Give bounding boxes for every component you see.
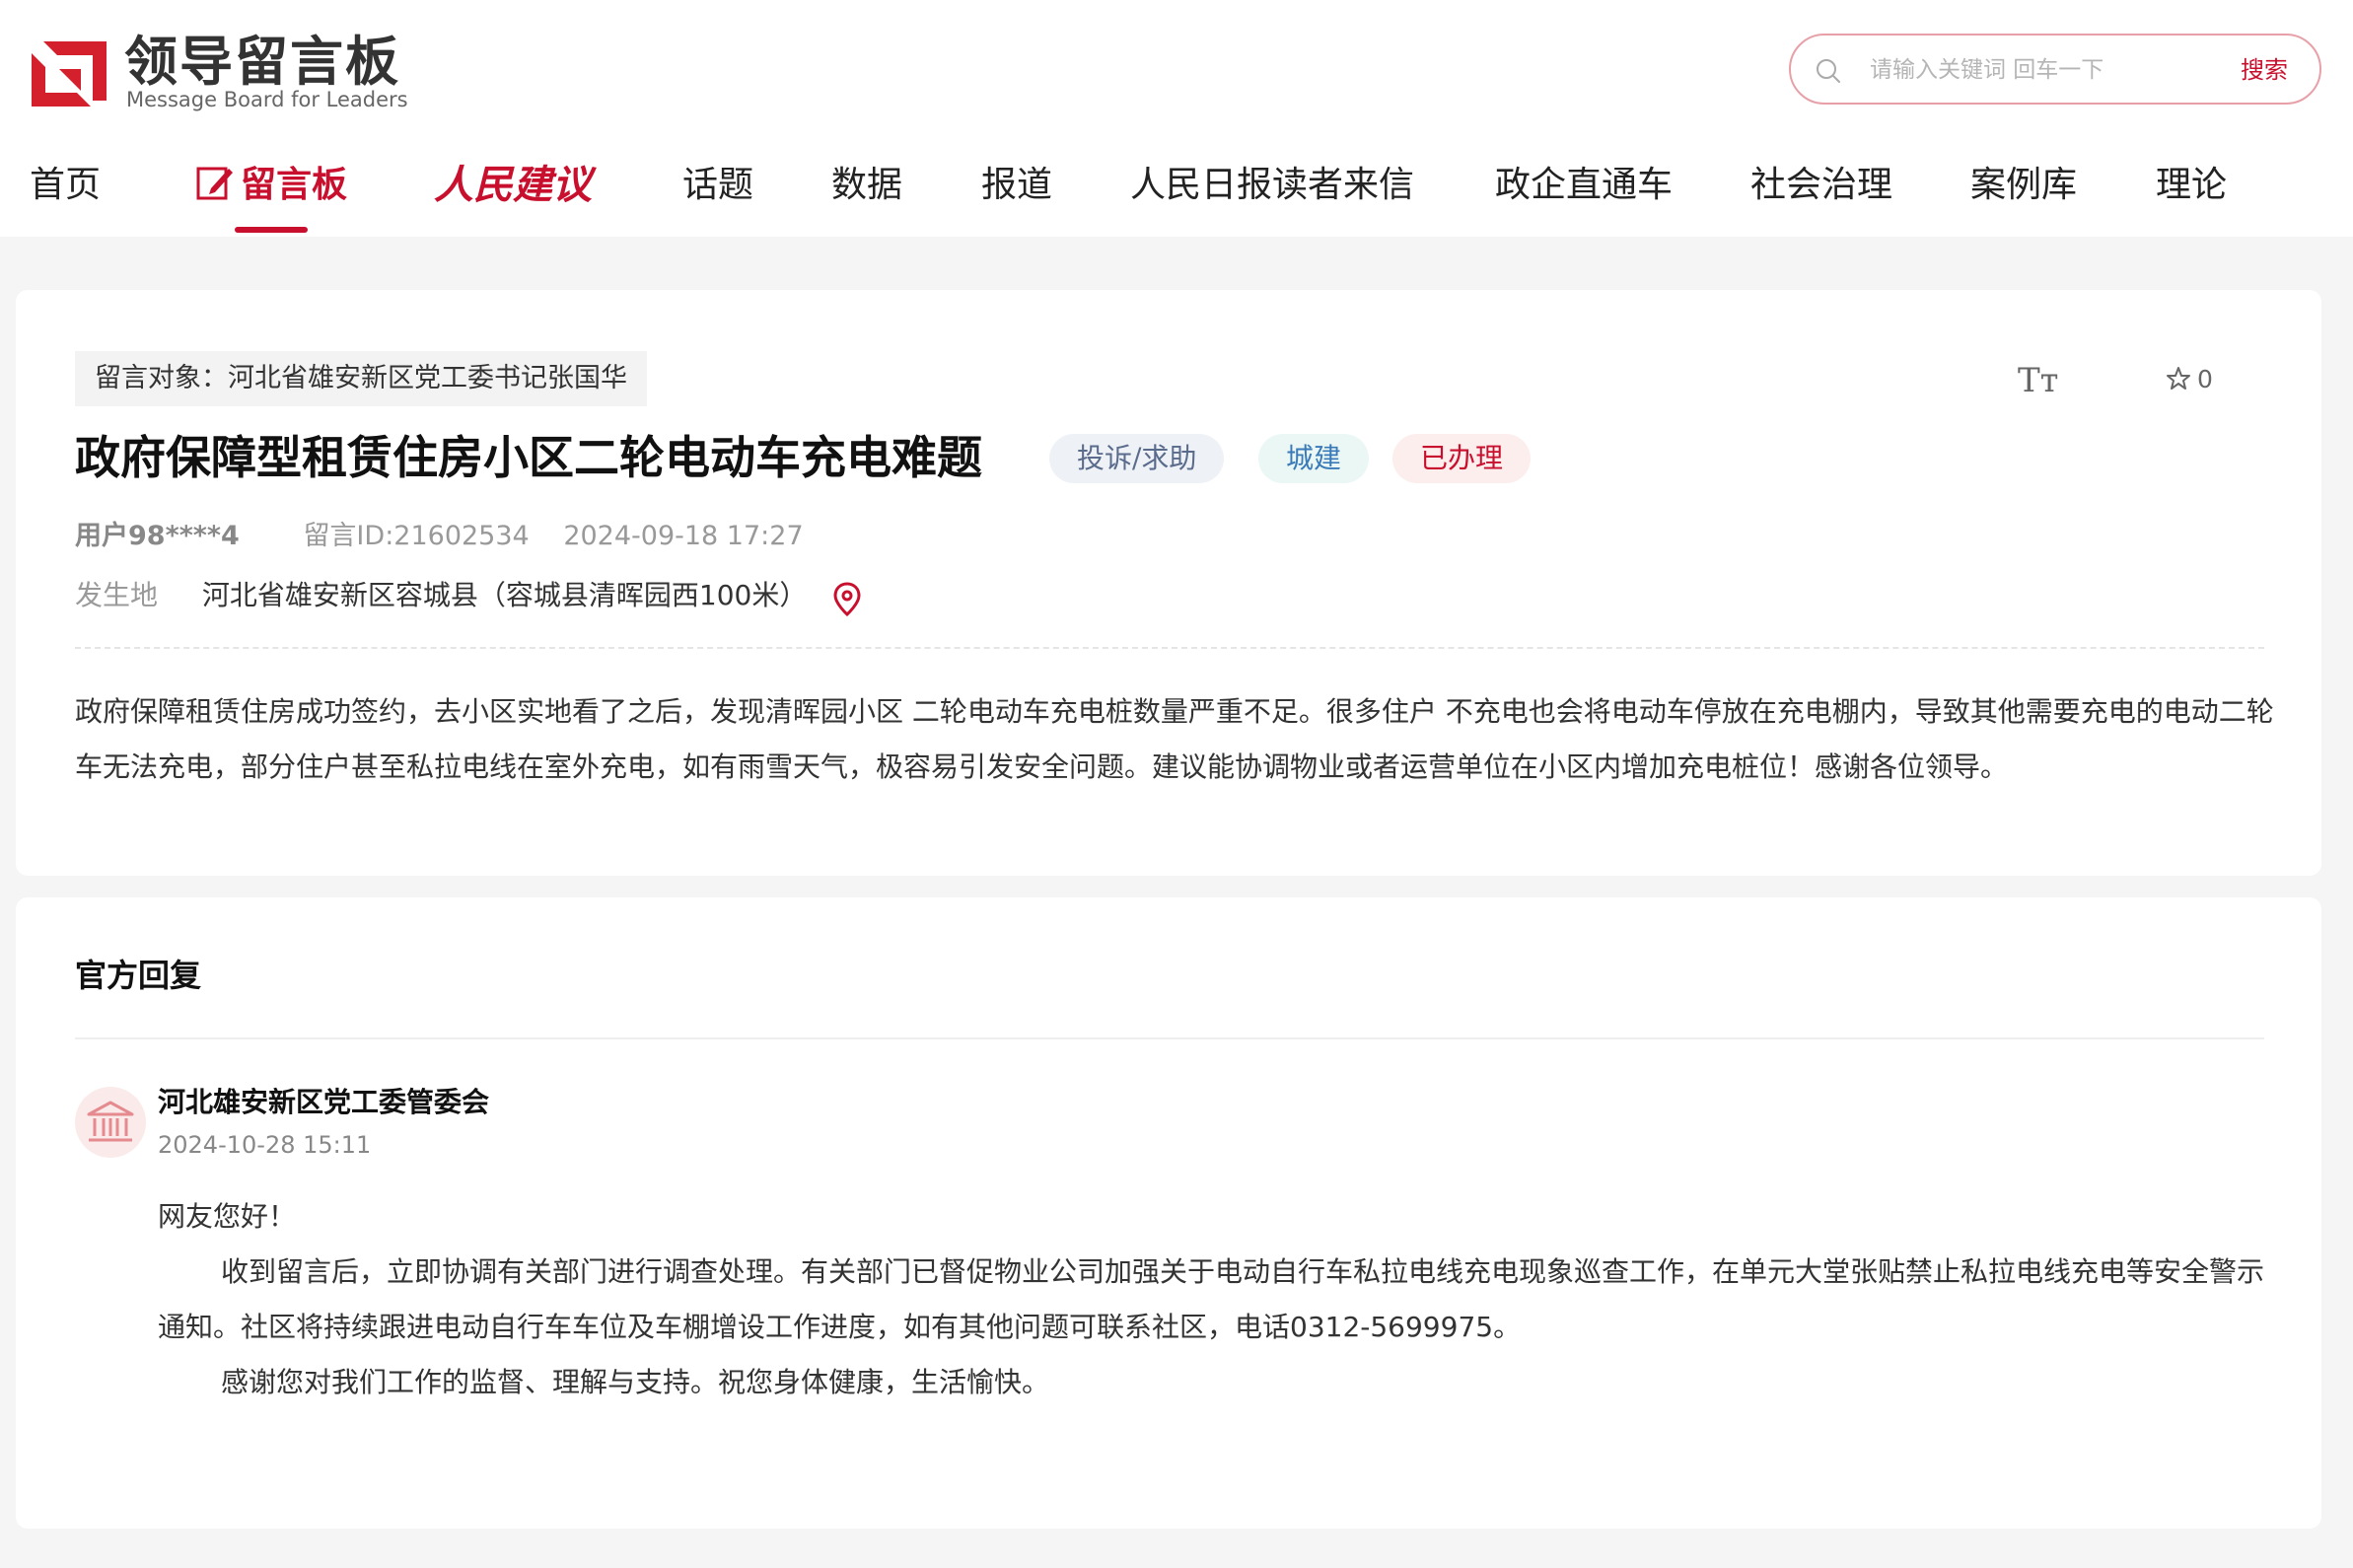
logo-title: 领导留言板 (124, 31, 400, 93)
location-value: 河北省雄安新区容城县（容城县清晖园西100米） (201, 579, 808, 611)
nav-item-case-library[interactable]: 案例库 (1970, 160, 2077, 211)
favorite-count: 0 (2197, 365, 2213, 393)
reply-paragraph: 收到留言后，立即协调有关部门进行调查处理。有关部门已督促物业公司加强关于电动自行… (158, 1255, 2265, 1343)
category-badge[interactable]: 城建 (1258, 434, 1370, 483)
site-logo[interactable]: 领导留言板 Message Board for Leaders (30, 30, 444, 114)
nav-item-reader-letters[interactable]: 人民日报读者来信 (1130, 160, 1414, 211)
reply-greeting: 网友您好！ (158, 1200, 297, 1233)
type-badge[interactable]: 投诉/求助 (1049, 434, 1225, 483)
reply-divider (75, 1037, 2264, 1039)
message-meta: 用户98****4 留言ID:21602534 2024-09-18 17:27 (75, 517, 804, 556)
pen-square-icon (196, 167, 233, 200)
map-pin-icon[interactable] (832, 582, 862, 617)
message-datetime: 2024-09-18 17:27 (563, 521, 804, 551)
status-badge: 已办理 (1392, 434, 1532, 483)
logo-subtitle: Message Board for Leaders (126, 88, 408, 111)
message-target: 留言对象：河北省雄安新区党工委书记张国华 (75, 351, 647, 406)
reply-body: 网友您好！ 收到留言后，立即协调有关部门进行调查处理。有关部门已督促物业公司加强… (158, 1189, 2268, 1410)
message-location: 发生地 河北省雄安新区容城县（容城县清晖园西100米） (75, 576, 807, 615)
star-icon (2167, 367, 2190, 390)
search-icon (1817, 59, 1840, 83)
search-input[interactable] (1870, 51, 2205, 89)
reply-datetime: 2024-10-28 15:11 (158, 1131, 372, 1159)
nav-item-home[interactable]: 首页 (30, 160, 101, 211)
nav-item-message-board[interactable]: 留言板 (195, 160, 348, 233)
search-button[interactable]: 搜索 (2241, 51, 2288, 89)
message-card: 留言对象：河北省雄安新区党工委书记张国华 Tт 0 政府保障型租赁住房小区二轮电… (16, 290, 2321, 876)
reply-card: 官方回复 河北雄安新区党工委管委会 2024-10-28 15:11 网友您好！… (16, 897, 2321, 1529)
search-box: 搜索 (1789, 34, 2321, 105)
avatar (75, 1087, 146, 1158)
government-building-icon (87, 1101, 134, 1142)
location-label: 发生地 (75, 579, 159, 611)
nav-item-reports[interactable]: 报道 (981, 160, 1052, 211)
page-header: 领导留言板 Message Board for Leaders 搜索 首页 留言… (0, 0, 2353, 237)
nav-item-data[interactable]: 数据 (831, 160, 902, 211)
content-divider (75, 647, 2264, 649)
reply-organization: 河北雄安新区党工委管委会 (158, 1086, 490, 1118)
favorite-button[interactable]: 0 (2166, 365, 2213, 393)
font-size-icon[interactable]: Tт (2018, 361, 2059, 400)
message-content: 政府保障租赁住房成功签约，去小区实地看了之后，发现清晖园小区 二轮电动车充电桩数… (75, 695, 2274, 783)
reply-heading: 官方回复 (75, 957, 202, 994)
message-user: 用户98****4 (75, 521, 240, 551)
nav-item-label: 留言板 (241, 165, 348, 205)
nav-item-social-governance[interactable]: 社会治理 (1750, 160, 1892, 211)
logo-mark-icon (32, 41, 107, 107)
reply-closing: 感谢您对我们工作的监督、理解与支持。祝您身体健康，生活愉快。 (221, 1366, 1050, 1398)
message-id: 留言ID:21602534 (303, 521, 530, 551)
nav-item-people-suggestion[interactable]: 人民建议 (434, 160, 592, 211)
nav-item-theory[interactable]: 理论 (2156, 160, 2227, 211)
main-nav: 首页 留言板 人民建议 话题 数据 报道 人民日报读者来信 政企直通车 社会治理… (0, 148, 2353, 237)
nav-item-gov-enterprise[interactable]: 政企直通车 (1495, 160, 1673, 211)
message-title: 政府保障型租赁住房小区二轮电动车充电难题 (75, 431, 982, 484)
nav-item-topics[interactable]: 话题 (682, 160, 753, 211)
